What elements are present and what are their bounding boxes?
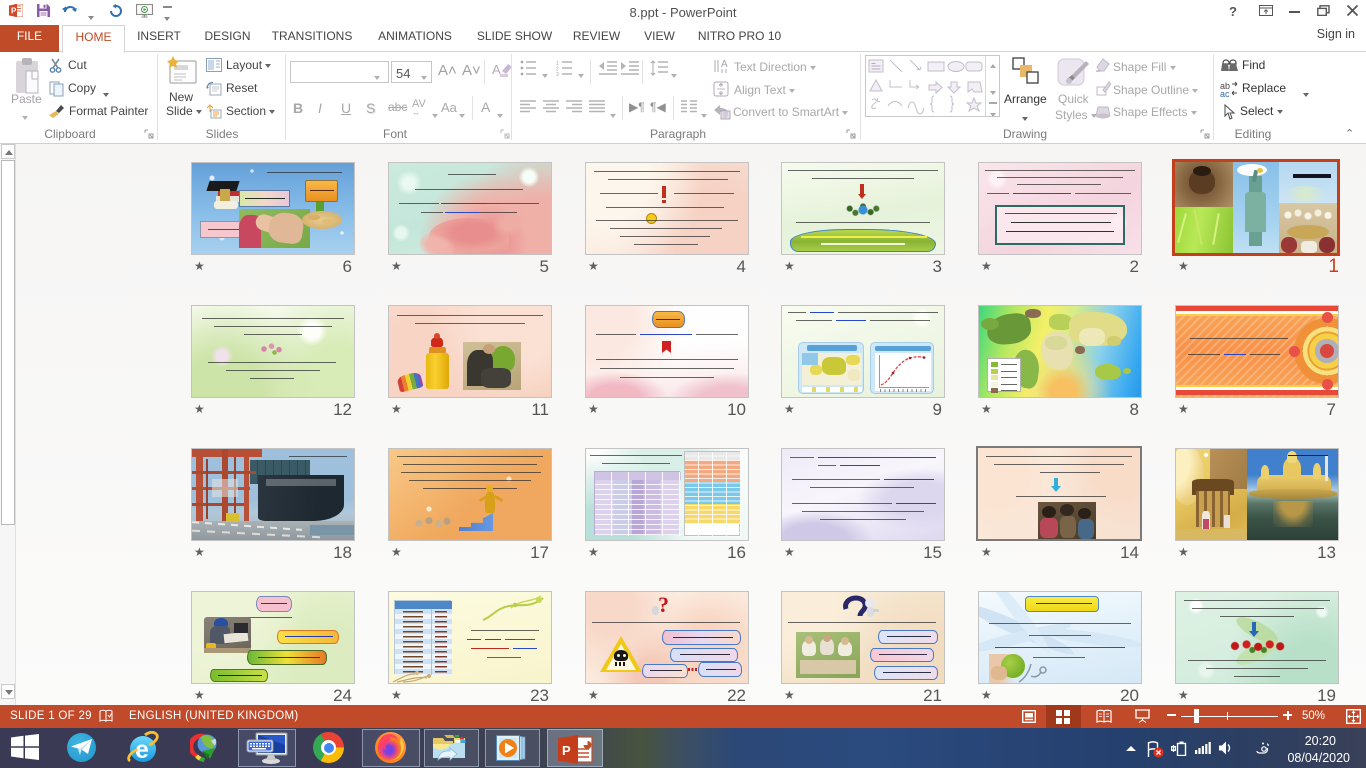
svg-text:A: A [492,62,501,77]
svg-text:3: 3 [556,72,559,76]
svg-text:ac: ac [1220,89,1230,97]
svg-text:P: P [562,743,571,758]
svg-text:A: A [721,59,728,70]
